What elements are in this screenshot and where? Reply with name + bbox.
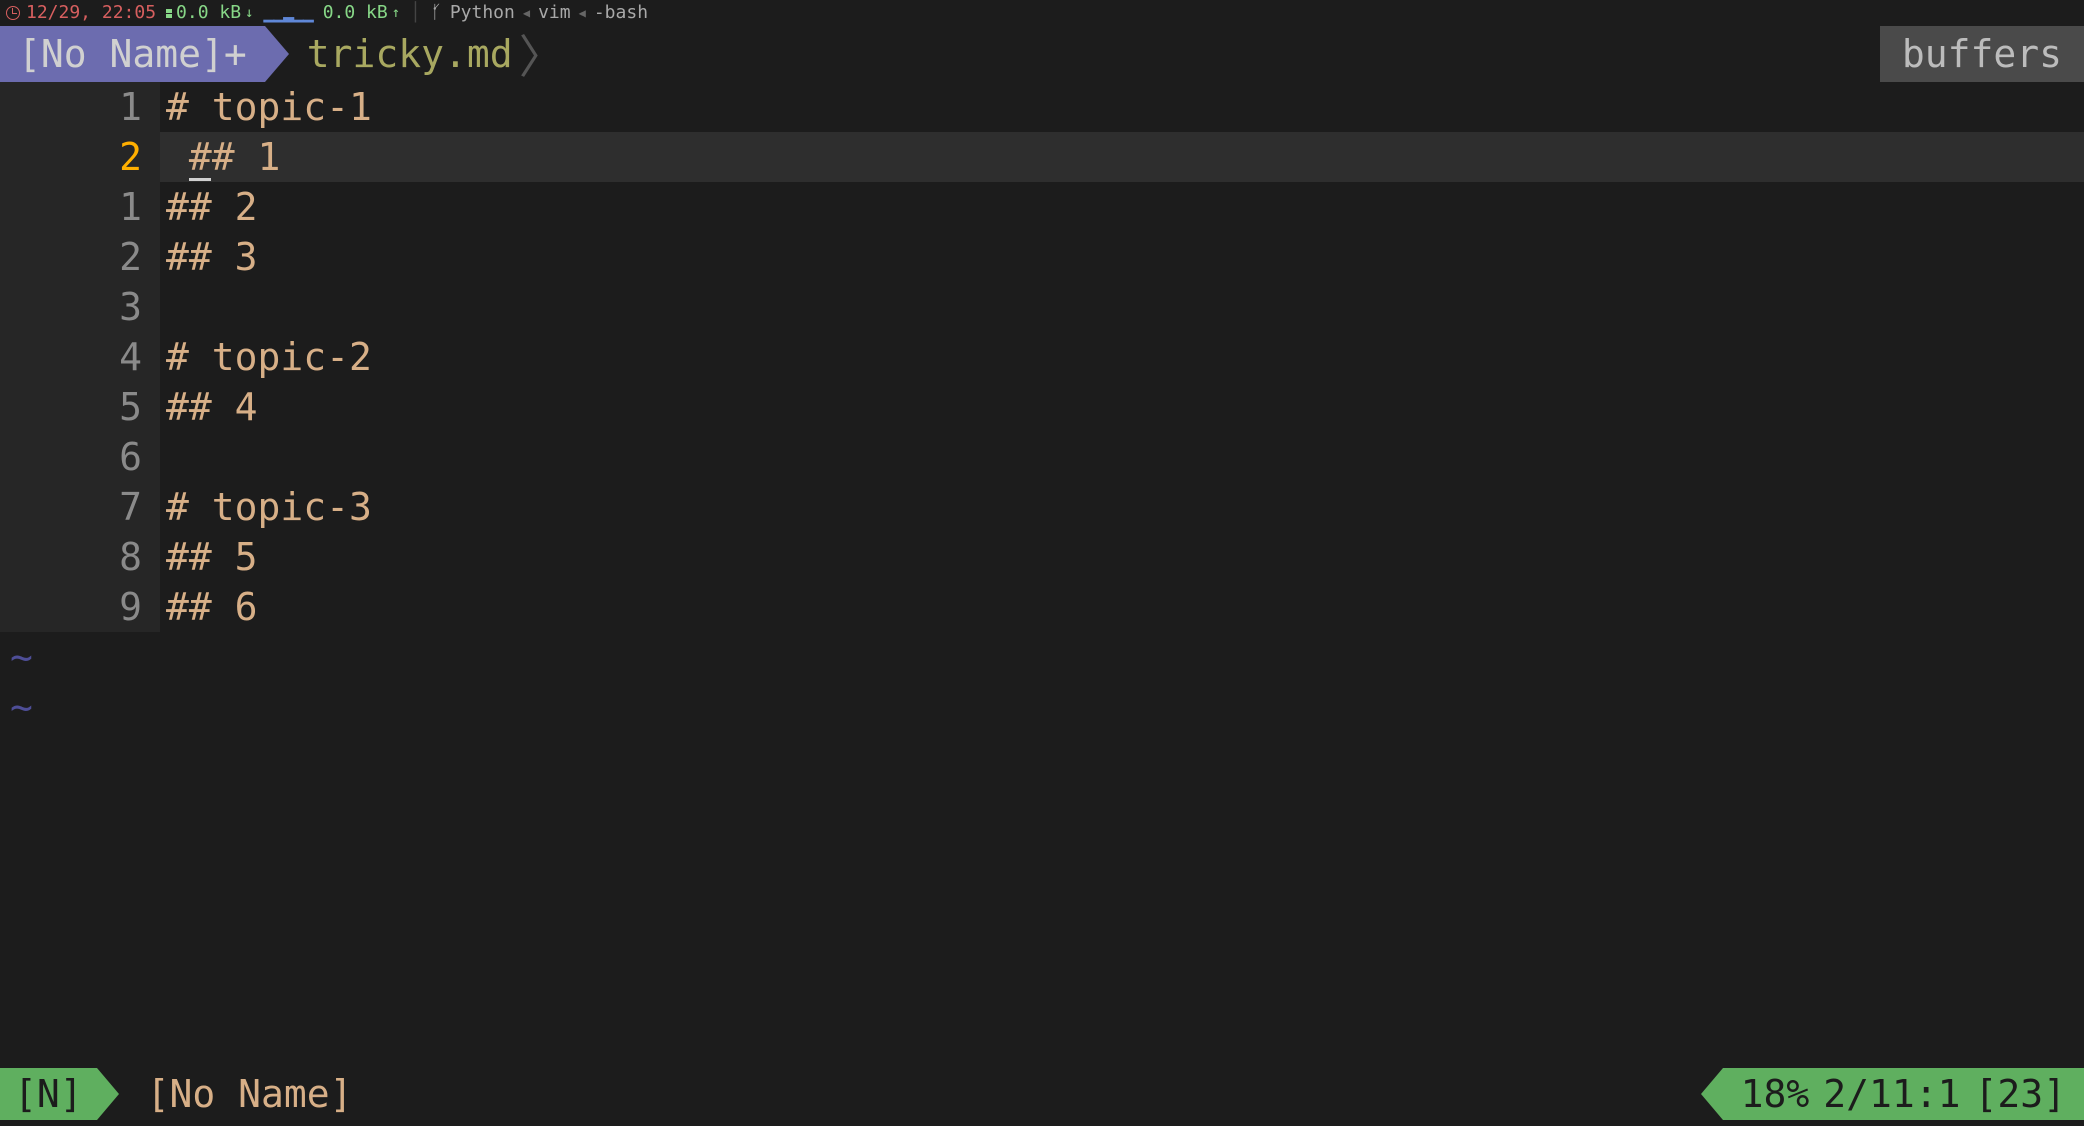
line-number: 2	[0, 232, 160, 282]
tab-inactive[interactable]: tricky.md 〉	[289, 26, 583, 82]
status-extra: [23]	[1974, 1072, 2066, 1116]
line-number: 7	[0, 482, 160, 532]
arrow-up-icon: ↑	[392, 0, 400, 26]
line-number: 1	[0, 82, 160, 132]
empty-line: ~	[0, 682, 2084, 732]
net-up-text: 0.0 kB	[323, 0, 388, 26]
tabline-spacer	[583, 26, 1880, 82]
tilde-icon: ~	[0, 682, 33, 732]
crumb-2: -bash	[594, 0, 648, 26]
net-icon	[166, 9, 172, 18]
branch-icon: ᚶ	[431, 0, 442, 26]
status-mode: [N]	[0, 1068, 97, 1120]
tilde-icon: ~	[0, 632, 33, 682]
tmux-net-up: 0.0 kB↑	[323, 0, 400, 26]
status-filename: [No Name]	[119, 1072, 353, 1116]
tab-buffers[interactable]: buffers	[1880, 26, 2084, 82]
angle-right-icon: 〉	[513, 21, 565, 87]
line-content	[160, 282, 2084, 332]
line-content: # topic-3	[160, 482, 2084, 532]
editor-line[interactable]: 8## 5	[0, 532, 2084, 582]
tab-buffers-label: buffers	[1902, 32, 2062, 76]
triangle-left-icon: ◀	[579, 0, 586, 26]
line-content: ## 1	[160, 132, 2084, 182]
status-mode-text: [N]	[14, 1072, 83, 1116]
clock-icon	[6, 6, 20, 20]
tmux-graph: ▁▁▂▁▁	[264, 0, 313, 26]
editor-line[interactable]: 1## 2	[0, 182, 2084, 232]
bottom-padding	[0, 1120, 2084, 1126]
arrow-down-icon: ↓	[245, 0, 253, 26]
line-number: 8	[0, 532, 160, 582]
status-right: 18% 2/11:1 [23]	[1723, 1068, 2084, 1120]
editor-line[interactable]: 6	[0, 432, 2084, 482]
tmux-time-text: 12/29, 22:05	[26, 0, 156, 26]
editor-line[interactable]: 4# topic-2	[0, 332, 2084, 382]
line-content: ## 3	[160, 232, 2084, 282]
crumb-0: Python	[450, 0, 515, 26]
line-number: 2	[0, 132, 160, 182]
line-content: ## 5	[160, 532, 2084, 582]
line-content: # topic-1	[160, 82, 2084, 132]
line-number: 9	[0, 582, 160, 632]
editor-line[interactable]: 2## 3	[0, 232, 2084, 282]
line-content: ## 4	[160, 382, 2084, 432]
line-content: # topic-2	[160, 332, 2084, 382]
line-content	[160, 432, 2084, 482]
tab-active[interactable]: [No Name]+	[0, 26, 265, 82]
editor-line[interactable]: 2 ## 1	[0, 132, 2084, 182]
tmux-status-bar: 12/29, 22:05 0.0 kB↓ ▁▁▂▁▁ 0.0 kB↑ │ ᚶ P…	[0, 0, 2084, 26]
tmux-time: 12/29, 22:05	[6, 0, 156, 26]
vim-statusline: [N] [No Name] 18% 2/11:1 [23]	[0, 1068, 2084, 1120]
tab-separator-icon	[265, 26, 289, 82]
net-down-text: 0.0 kB	[176, 0, 241, 26]
line-number: 1	[0, 182, 160, 232]
cursor: #	[189, 135, 212, 179]
line-number: 6	[0, 432, 160, 482]
editor-line[interactable]: 5## 4	[0, 382, 2084, 432]
editor-area[interactable]: 1# topic-12 ## 11## 22## 334# topic-25##…	[0, 82, 2084, 1068]
editor-line[interactable]: 7# topic-3	[0, 482, 2084, 532]
tmux-separator: │	[410, 0, 421, 26]
editor-line[interactable]: 1# topic-1	[0, 82, 2084, 132]
tmux-net-down: 0.0 kB↓	[166, 0, 253, 26]
vim-tabline: [No Name]+ tricky.md 〉 buffers	[0, 26, 2084, 82]
statusline-sep-icon	[97, 1068, 119, 1120]
line-content: ## 6	[160, 582, 2084, 632]
statusline-sep-right-icon	[1701, 1068, 1723, 1120]
editor-line[interactable]: 3	[0, 282, 2084, 332]
tab-inactive-label: tricky.md	[307, 32, 513, 76]
empty-line: ~	[0, 632, 2084, 682]
editor-line[interactable]: 9## 6	[0, 582, 2084, 632]
tab-active-label: [No Name]+	[18, 32, 247, 76]
status-percent: 18%	[1741, 1072, 1810, 1116]
line-number: 3	[0, 282, 160, 332]
line-number: 4	[0, 332, 160, 382]
line-number: 5	[0, 382, 160, 432]
status-position: 2/11:1	[1823, 1072, 1960, 1116]
line-content: ## 2	[160, 182, 2084, 232]
